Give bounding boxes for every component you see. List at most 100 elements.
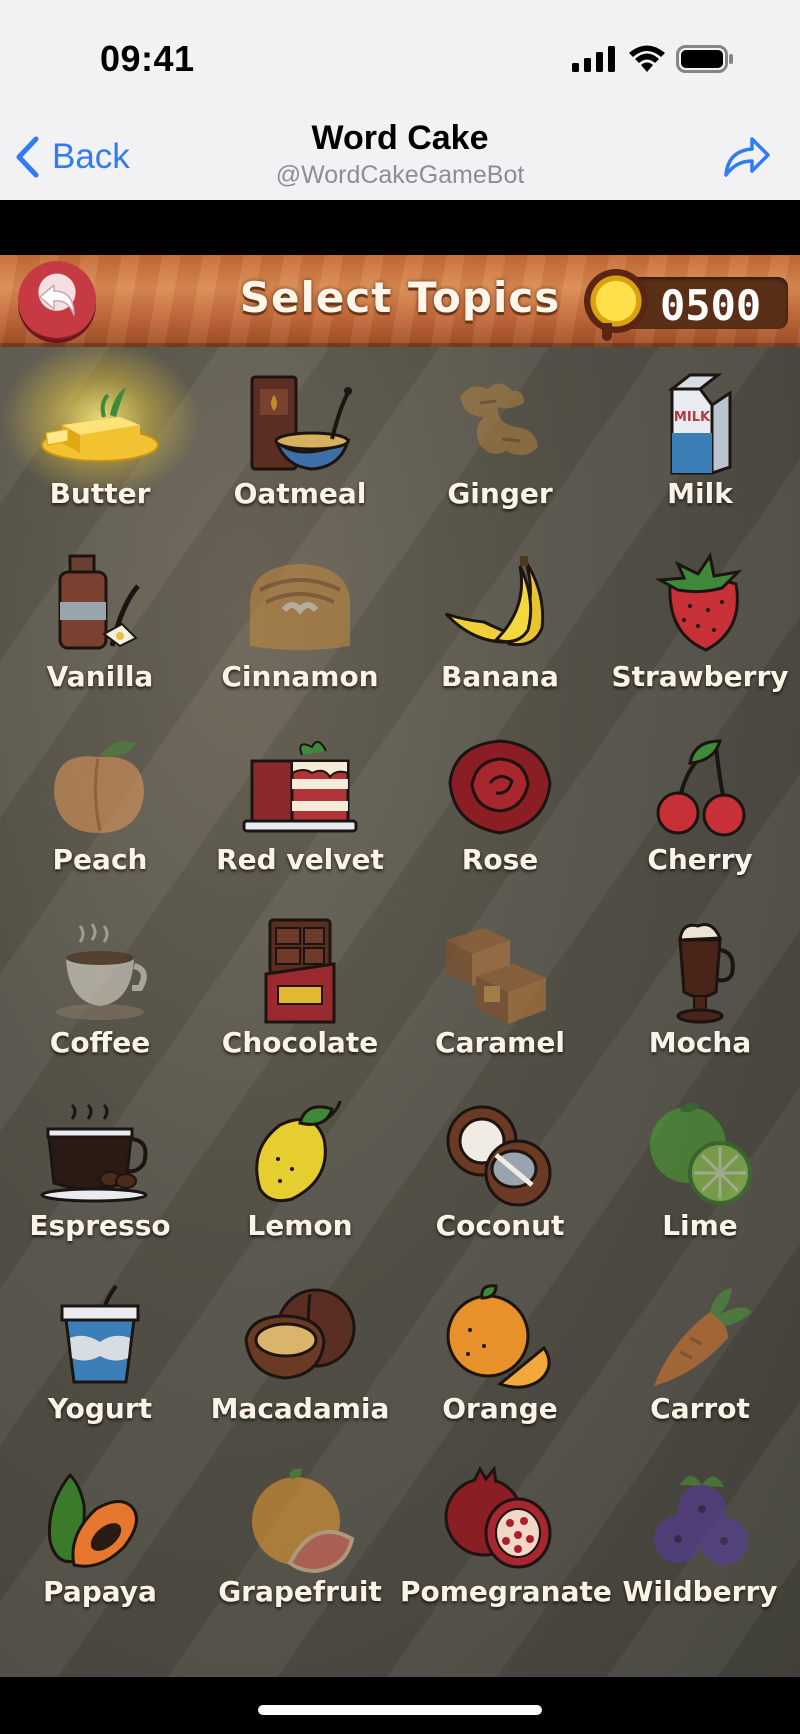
topic-peach[interactable]: Peach bbox=[0, 725, 200, 908]
topic-label: Lime bbox=[662, 1209, 738, 1242]
topic-label: Orange bbox=[442, 1392, 558, 1425]
topic-caramel[interactable]: Caramel bbox=[400, 908, 600, 1091]
topic-vanilla[interactable]: Vanilla bbox=[0, 542, 200, 725]
coffee-cup-icon bbox=[56, 923, 147, 1020]
topic-cherry[interactable]: Cherry bbox=[600, 725, 800, 908]
oatmeal-icon bbox=[250, 375, 352, 471]
banana-icon bbox=[444, 556, 545, 647]
lime-icon bbox=[650, 1103, 752, 1205]
topic-label: Yogurt bbox=[47, 1392, 153, 1425]
macadamia-icon bbox=[244, 1288, 356, 1380]
topic-lime[interactable]: Lime bbox=[600, 1091, 800, 1274]
topic-label: Peach bbox=[52, 843, 148, 876]
topic-banana[interactable]: Banana bbox=[400, 542, 600, 725]
chocolate-bar-icon bbox=[264, 918, 336, 1024]
topic-coconut[interactable]: Coconut bbox=[400, 1091, 600, 1274]
topic-label: Wildberry bbox=[622, 1575, 778, 1608]
topic-rose[interactable]: Rose bbox=[400, 725, 600, 908]
topic-label: Ginger bbox=[447, 477, 553, 510]
papaya-icon bbox=[47, 1472, 138, 1568]
nav-title: Word Cake bbox=[311, 119, 489, 157]
navigation-bar: Back Word Cake @WordCakeGameBot bbox=[0, 115, 800, 200]
topic-label: Mocha bbox=[648, 1026, 752, 1059]
rose-icon bbox=[448, 739, 552, 835]
topic-label: Cherry bbox=[647, 843, 753, 876]
topic-coffee[interactable]: Coffee bbox=[0, 908, 200, 1091]
top-black-band bbox=[0, 200, 800, 255]
red-velvet-cake-icon bbox=[242, 740, 358, 833]
topic-label: Caramel bbox=[435, 1026, 565, 1059]
topic-ginger[interactable]: Ginger bbox=[400, 359, 600, 542]
mocha-icon bbox=[676, 923, 735, 1024]
coin-icon bbox=[584, 269, 648, 333]
topics-board: Butter Oatmeal Ginger MILK Milk Vanilla … bbox=[0, 347, 800, 1677]
topic-strawberry[interactable]: Strawberry bbox=[600, 542, 800, 725]
milk-icon: MILK bbox=[667, 373, 732, 476]
share-icon[interactable] bbox=[722, 133, 772, 179]
nav-subtitle: @WordCakeGameBot bbox=[275, 161, 525, 189]
topic-label: Vanilla bbox=[46, 660, 154, 693]
topic-label: Red velvet bbox=[216, 843, 384, 876]
battery-icon bbox=[676, 45, 733, 73]
status-bar: 09:41 bbox=[0, 0, 800, 115]
topic-lemon[interactable]: Lemon bbox=[200, 1091, 400, 1274]
topic-label: Banana bbox=[441, 660, 559, 693]
topic-label: Lemon bbox=[247, 1209, 353, 1242]
topic-chocolate[interactable]: Chocolate bbox=[200, 908, 400, 1091]
topic-wildberry[interactable]: Wildberry bbox=[600, 1457, 800, 1640]
topic-label: Pomegranate bbox=[400, 1575, 612, 1608]
topic-label: Rose bbox=[461, 843, 539, 876]
topic-butter[interactable]: Butter bbox=[0, 347, 200, 542]
topic-label: Papaya bbox=[43, 1575, 157, 1608]
carrot-icon bbox=[654, 1288, 752, 1386]
topic-label: Chocolate bbox=[221, 1026, 379, 1059]
espresso-icon bbox=[40, 1103, 148, 1203]
topic-cinnamon[interactable]: Cinnamon bbox=[200, 542, 400, 725]
wildberry-icon bbox=[654, 1476, 748, 1565]
cherry-icon bbox=[656, 739, 746, 837]
cinnamon-roll-icon bbox=[250, 564, 350, 650]
pomegranate-icon bbox=[444, 1465, 552, 1569]
peach-icon bbox=[54, 741, 144, 833]
topic-label: Butter bbox=[49, 477, 151, 510]
wifi-icon bbox=[629, 45, 665, 72]
topic-label: Macadamia bbox=[210, 1392, 390, 1425]
topic-grapefruit[interactable]: Grapefruit bbox=[200, 1457, 400, 1640]
topic-macadamia[interactable]: Macadamia bbox=[200, 1274, 400, 1457]
vanilla-icon bbox=[58, 554, 140, 650]
topic-label: Espresso bbox=[29, 1209, 171, 1242]
topic-yogurt[interactable]: Yogurt bbox=[0, 1274, 200, 1457]
topic-label: Grapefruit bbox=[218, 1575, 382, 1608]
topic-pomegranate[interactable]: Pomegranate bbox=[400, 1457, 612, 1640]
cellular-signal-icon bbox=[572, 46, 615, 72]
topic-label: Strawberry bbox=[611, 660, 789, 693]
coconut-icon bbox=[446, 1105, 552, 1207]
topic-papaya[interactable]: Papaya bbox=[0, 1457, 200, 1640]
app-screen: { "status": { "time": "09:41" }, "nav": … bbox=[0, 0, 800, 1734]
status-time: 09:41 bbox=[100, 38, 195, 79]
topic-label: Milk bbox=[667, 477, 733, 510]
coin-count: 0500 bbox=[660, 281, 762, 330]
topic-espresso[interactable]: Espresso bbox=[0, 1091, 200, 1274]
yogurt-icon bbox=[60, 1284, 140, 1384]
grapefruit-icon bbox=[252, 1468, 355, 1574]
topic-milk[interactable]: MILK Milk bbox=[600, 359, 800, 542]
topic-red-velvet[interactable]: Red velvet bbox=[200, 725, 400, 908]
topic-label: Oatmeal bbox=[233, 477, 367, 510]
home-indicator[interactable] bbox=[258, 1705, 542, 1715]
topic-orange[interactable]: Orange bbox=[400, 1274, 600, 1457]
caramel-icon bbox=[446, 928, 546, 1024]
topics-grid: Butter Oatmeal Ginger MILK Milk Vanilla … bbox=[0, 347, 800, 1640]
topic-label: Carrot bbox=[650, 1392, 750, 1425]
game-header: Select Topics 0500 bbox=[0, 255, 800, 347]
orange-icon bbox=[446, 1284, 551, 1389]
coin-drip-decoration bbox=[602, 323, 612, 341]
lemon-icon bbox=[255, 1100, 342, 1203]
topic-carrot[interactable]: Carrot bbox=[600, 1274, 800, 1457]
strawberry-icon bbox=[654, 552, 743, 652]
topic-label: Coconut bbox=[435, 1209, 565, 1242]
milk-carton-text: MILK bbox=[674, 410, 711, 425]
topic-mocha[interactable]: Mocha bbox=[600, 908, 800, 1091]
topic-oatmeal[interactable]: Oatmeal bbox=[200, 359, 400, 542]
ginger-icon bbox=[460, 383, 538, 456]
